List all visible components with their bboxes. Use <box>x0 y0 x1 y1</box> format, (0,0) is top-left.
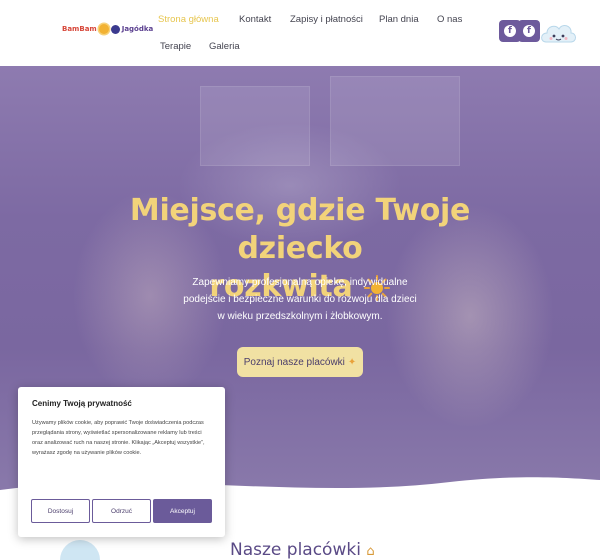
background-window <box>330 76 460 166</box>
nav-item-contact[interactable]: Kontakt <box>239 14 271 25</box>
logo-text-jagodka: Jagódka <box>121 25 154 33</box>
site-header: BamBam Jagódka Strona główna Kontakt Zap… <box>0 0 600 66</box>
house-icon: ⌂ <box>366 544 375 559</box>
section-title-text: Nasze placówki <box>230 540 361 560</box>
section-title: Nasze placówki ⌂ <box>230 540 390 560</box>
facebook-icon: f <box>523 25 535 37</box>
background-window <box>200 86 310 166</box>
hero-title-line1: Miejsce, gdzie Twoje dziecko <box>129 193 471 266</box>
logo-text-bambam: BamBam <box>62 25 97 33</box>
nav-item-therapies[interactable]: Terapie <box>160 41 191 52</box>
nav-item-schedule[interactable]: Plan dnia <box>379 14 419 25</box>
decorative-bubble <box>60 540 100 560</box>
accept-cookies-button[interactable]: Akceptuj <box>153 499 212 523</box>
site-logo[interactable]: BamBam Jagódka <box>62 24 153 34</box>
cookie-buttons: Dostosuj Odrzuć Akceptuj <box>31 499 212 523</box>
facebook-button-2[interactable]: f <box>518 20 540 42</box>
cookie-title: Cenimy Twoją prywatność <box>32 399 132 408</box>
facebook-icon: f <box>504 25 516 37</box>
cta-label: Poznaj nasze placówki <box>243 356 345 368</box>
cookie-consent-dialog: Cenimy Twoją prywatność Używamy plików c… <box>18 387 225 537</box>
logo-sun-icon <box>98 24 109 34</box>
nav-item-enrollment[interactable]: Zapisy i płatności <box>290 14 363 25</box>
nav-item-gallery[interactable]: Galeria <box>209 41 240 52</box>
logo-berry-icon <box>110 24 120 34</box>
customize-cookies-button[interactable]: Dostosuj <box>31 499 90 523</box>
discover-facilities-button[interactable]: Poznaj nasze placówki ✦ <box>237 347 363 377</box>
hero-subtitle: Zapewniamy profesjonalną opiekę, indywid… <box>183 277 417 322</box>
sparkle-icon: ✦ <box>347 356 357 368</box>
cookie-text: Używamy plików cookie, aby poprawić Twoj… <box>32 420 205 456</box>
nav-item-home[interactable]: Strona główna <box>158 14 219 25</box>
nav-item-about[interactable]: O nas <box>437 14 462 25</box>
cloud-mascot-icon <box>541 25 576 43</box>
reject-cookies-button[interactable]: Odrzuć <box>92 499 151 523</box>
